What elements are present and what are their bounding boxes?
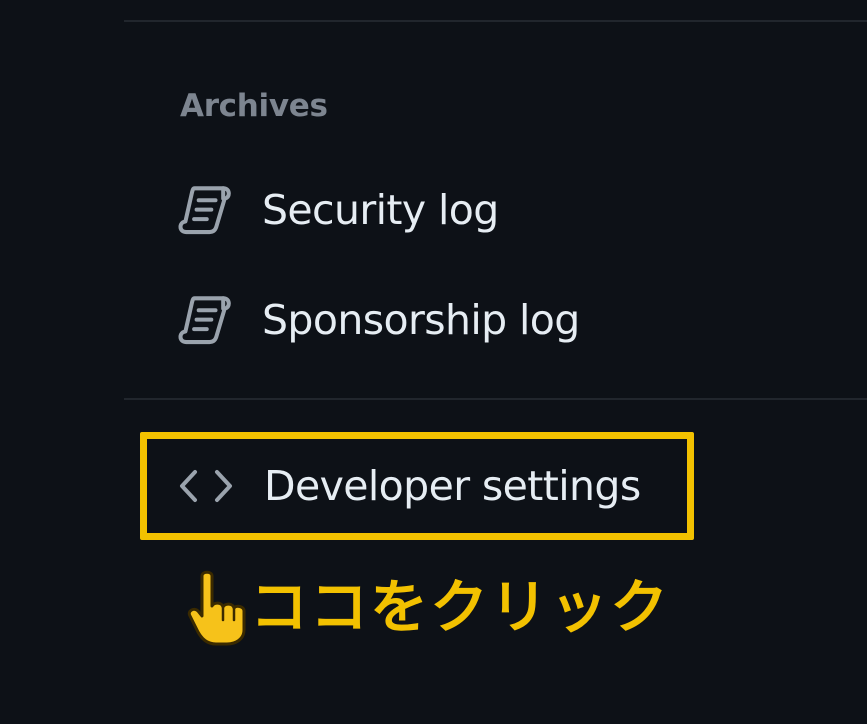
sidebar-item-sponsorship-log[interactable]: Sponsorship log [176,288,580,352]
divider [124,398,867,400]
divider [124,20,867,22]
click-here-text: ココをクリック [250,573,671,641]
log-icon [176,291,234,349]
pointing-hand-icon [186,568,250,646]
click-here-callout: ココをクリック [186,568,670,646]
sidebar-item-label: Sponsorship log [262,296,580,344]
code-icon [176,457,236,515]
sidebar-item-security-log[interactable]: Security log [176,178,499,242]
archives-heading: Archives [180,88,328,124]
sidebar-item-label: Security log [262,186,499,234]
log-icon [176,181,234,239]
sidebar-item-label: Developer settings [264,462,641,510]
settings-sidebar: Archives Security log Sponsorship log De… [0,0,867,724]
sidebar-item-developer-settings[interactable]: Developer settings [176,454,641,518]
